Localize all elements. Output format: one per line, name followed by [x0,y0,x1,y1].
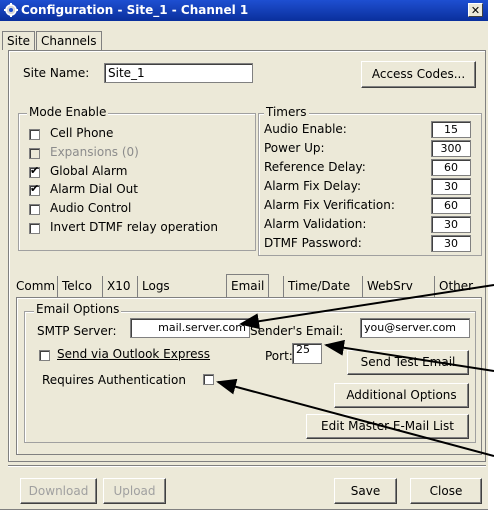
annotation-arrows [216,284,494,457]
arrow-to-authentication-checkbox [216,378,494,457]
arrow-to-smtp-field [239,284,494,330]
arrow-to-port-field [324,339,494,372]
